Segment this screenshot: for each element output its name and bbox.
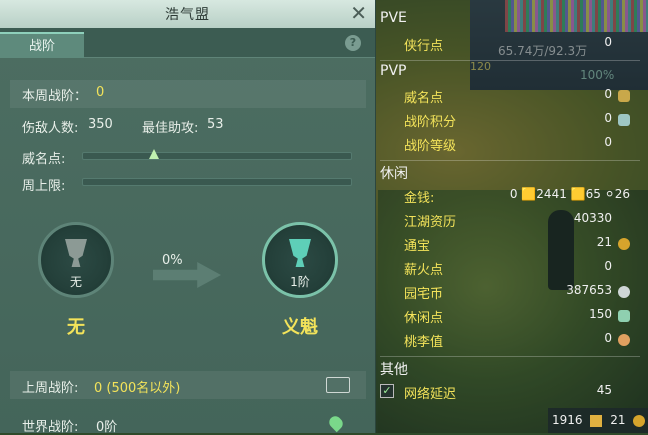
footer-value-b: 21 [610, 413, 626, 427]
fame-icon [618, 90, 630, 102]
next-rank-medal[interactable]: 1阶 [262, 222, 338, 298]
leaf-icon [618, 310, 630, 322]
divider [380, 60, 640, 61]
rank-points-icon [618, 114, 630, 126]
coin-icon [633, 414, 646, 427]
list-item: 桃李值 0 [404, 331, 634, 351]
week-cap-label: 周上限: [22, 179, 66, 194]
kills-label: 伤敌人数: [22, 121, 79, 136]
divider [380, 356, 640, 357]
week-cap-bar [82, 178, 352, 186]
cup-icon [289, 239, 311, 267]
world-rank-label: 世界战阶: [22, 420, 79, 435]
next-rank-level: 1阶 [290, 275, 310, 289]
list-item: 休闲点 150 [404, 307, 634, 327]
list-item: 战阶等级 0 [404, 135, 612, 154]
world-rank-value: 0阶 [96, 420, 118, 435]
help-icon[interactable]: ? [345, 35, 361, 51]
divider [380, 160, 640, 161]
list-item: 园宅币 387653 [404, 283, 634, 303]
next-rank-name: 义魁 [282, 317, 318, 338]
leisure-heading: 休闲 [380, 166, 408, 182]
assists-label: 最佳助攻: [142, 121, 199, 136]
house-coin-icon [618, 286, 630, 298]
list-item: 江湖资历 40330 [404, 211, 612, 230]
last-week-value: 0 (500名以外) [94, 381, 181, 396]
list-item: 通宝 21 [404, 235, 634, 255]
coin-icon [618, 238, 630, 250]
fame-bar [82, 149, 352, 160]
list-item: 网络延迟 45 [404, 383, 612, 402]
fame-marker-icon [149, 149, 159, 159]
weekly-rank-label: 本周战阶： [22, 89, 88, 104]
list-item: 侠行点 0 [404, 35, 612, 54]
assists-value: 53 [207, 117, 224, 132]
list-item: 金钱: 0 🟨2441 🟨65 ⚪26 [404, 187, 630, 206]
current-rank-medal[interactable]: 无 [38, 222, 114, 298]
pvp-heading: PVP [380, 63, 407, 79]
fame-label: 威名点: [22, 152, 66, 167]
latency-checkbox[interactable]: ✓ [380, 384, 394, 398]
weekly-rank-value: 0 [96, 85, 105, 100]
dialog-title: 浩气盟 [165, 7, 210, 23]
kills-value: 350 [88, 117, 113, 132]
list-item: 薪火点 0 [404, 259, 612, 278]
location-pin-icon[interactable] [326, 413, 346, 433]
footer-value-a: 1916 [552, 413, 583, 427]
pve-heading: PVE [380, 10, 407, 26]
cup-icon [65, 239, 87, 267]
last-week-row: 上周战阶: 0 (500名以外) [10, 371, 366, 399]
faction-rank-dialog: 浩气盟 ✕ 战阶 ? 本周战阶： 0 伤敌人数: 350 最佳助攻: 53 威名… [0, 0, 376, 435]
tab-rank[interactable]: 战阶 [0, 32, 84, 58]
close-icon[interactable]: ✕ [350, 1, 367, 25]
current-rank-name: 无 [67, 317, 85, 338]
mail-icon[interactable] [326, 377, 350, 393]
last-week-label: 上周战阶: [22, 381, 79, 396]
flag-icon[interactable] [590, 414, 603, 427]
list-item: 战阶积分 0 [404, 111, 634, 131]
currency-panel: PVE 侠行点 0 PVP 威名点 0 战阶积分 0 战阶等级 0 休闲 金钱:… [376, 0, 648, 433]
weekly-rank-row: 本周战阶： 0 [10, 80, 366, 108]
current-rank-level: 无 [69, 275, 82, 289]
list-item: 威名点 0 [404, 87, 634, 107]
peach-icon [618, 334, 630, 346]
dialog-titlebar[interactable]: 浩气盟 ✕ [0, 0, 375, 28]
other-heading: 其他 [380, 362, 408, 378]
footer-bar: 1916 21 [548, 408, 648, 433]
tab-bar: 战阶 ? [0, 28, 375, 58]
progress-percent: 0% [162, 253, 183, 268]
